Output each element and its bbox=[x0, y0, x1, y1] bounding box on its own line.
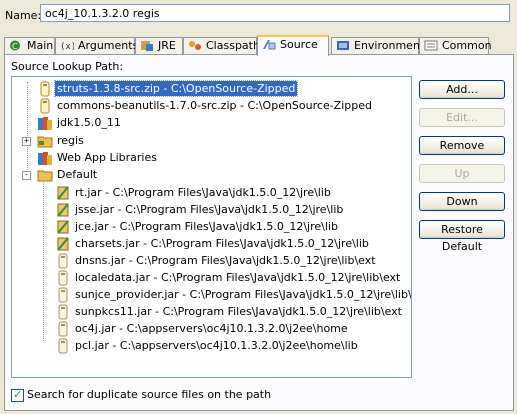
tree-item-label: regis bbox=[57, 134, 84, 147]
jar-icon bbox=[57, 186, 69, 200]
archive-icon bbox=[58, 321, 68, 337]
tree-item-label: jce.jar - C:\Program Files\Java\jdk1.5.0… bbox=[75, 220, 338, 233]
expand-toggle[interactable]: + bbox=[22, 137, 31, 146]
tab-jre-label: JRE bbox=[158, 39, 176, 52]
jre-icon bbox=[141, 41, 153, 51]
tree-item-label: jsse.jar - C:\Program Files\Java\jdk1.5.… bbox=[75, 203, 344, 216]
tab-jre[interactable]: JRE bbox=[135, 37, 183, 54]
tree-item-label: Default bbox=[57, 168, 98, 181]
tree-item-label: oc4j.jar - C:\appservers\oc4j10.1.3.2.0\… bbox=[75, 322, 348, 335]
tab-classpath[interactable]: Classpath bbox=[183, 37, 260, 54]
tab-main[interactable]: C Main bbox=[4, 37, 55, 54]
tab-source[interactable]: Source bbox=[257, 35, 329, 56]
tree-default-line bbox=[43, 180, 44, 341]
classpath-icon bbox=[189, 41, 201, 50]
tree-item-label: Web App Libraries bbox=[57, 151, 157, 164]
tab-classpath-label: Classpath bbox=[206, 39, 260, 52]
jar-icon bbox=[57, 220, 69, 234]
tab-common[interactable]: Common bbox=[419, 37, 492, 54]
arguments-icon: (x)= bbox=[60, 42, 74, 51]
tab-source-label: Source bbox=[280, 38, 318, 51]
archive-icon bbox=[58, 338, 68, 354]
tab-common-label: Common bbox=[442, 39, 492, 52]
jre-library-icon bbox=[38, 117, 52, 130]
tree-item-label: sunjce_provider.jar - C:\Program Files\J… bbox=[75, 288, 412, 301]
archive-icon bbox=[58, 304, 68, 320]
name-label: Name: bbox=[5, 9, 42, 22]
tree-item-label: jdk1.5.0_11 bbox=[57, 116, 121, 129]
source-icon bbox=[263, 40, 276, 50]
tab-environment[interactable]: Environment bbox=[331, 37, 424, 54]
restore-default-button[interactable]: Restore Default bbox=[419, 220, 505, 253]
jar-icon bbox=[57, 237, 69, 251]
tab-arguments-label: Arguments bbox=[78, 39, 139, 52]
add-button[interactable]: Add... bbox=[419, 80, 505, 99]
tree-item-label: commons-beanutils-1.7.0-src.zip - C:\Ope… bbox=[57, 99, 372, 112]
down-button[interactable]: Down bbox=[419, 192, 505, 211]
archive-icon bbox=[40, 98, 50, 114]
svg-text:C: C bbox=[12, 42, 18, 51]
remove-button[interactable]: Remove bbox=[419, 136, 505, 155]
tab-bar: C Main (x)= Arguments JRE Classpath Sour… bbox=[4, 35, 514, 56]
duplicate-search-label[interactable]: Search for duplicate source files on the… bbox=[27, 388, 271, 401]
tab-environment-label: Environment bbox=[354, 39, 425, 52]
tree-item-label: charsets.jar - C:\Program Files\Java\jdk… bbox=[75, 237, 369, 250]
svg-text:(x)=: (x)= bbox=[60, 42, 74, 51]
archive-icon bbox=[58, 287, 68, 303]
checkmark-icon: ✓ bbox=[13, 388, 23, 401]
configuration-name-input[interactable] bbox=[40, 4, 510, 22]
tree-item-label: rt.jar - C:\Program Files\Java\jdk1.5.0_… bbox=[75, 186, 331, 199]
archive-icon bbox=[58, 270, 68, 286]
jar-icon bbox=[57, 203, 69, 217]
main-tab-icon: C bbox=[10, 40, 20, 51]
edit-button[interactable]: Edit... bbox=[419, 108, 505, 127]
tab-arguments[interactable]: (x)= Arguments bbox=[55, 37, 139, 54]
archive-icon bbox=[58, 253, 68, 269]
duplicate-search-checkbox[interactable]: ✓ bbox=[11, 388, 24, 402]
environment-icon bbox=[337, 41, 349, 50]
tree-item-label: pcl.jar - C:\appservers\oc4j10.1.3.2.0\j… bbox=[75, 339, 358, 352]
folder-icon bbox=[37, 170, 53, 182]
tree-item-label: sunpkcs11.jar - C:\Program Files\Java\jd… bbox=[75, 305, 402, 318]
common-icon bbox=[424, 40, 438, 51]
archive-icon bbox=[40, 81, 50, 97]
source-lookup-tree[interactable]: struts-1.3.8-src.zip - C:\OpenSource-Zip… bbox=[11, 76, 412, 378]
library-icon bbox=[38, 152, 52, 165]
collapse-toggle[interactable]: - bbox=[22, 171, 31, 180]
tree-root-line bbox=[27, 82, 28, 176]
project-folder-icon bbox=[37, 136, 53, 148]
tree-item-label: struts-1.3.8-src.zip - C:\OpenSource-Zip… bbox=[53, 80, 299, 97]
up-button[interactable]: Up bbox=[419, 164, 505, 183]
source-lookup-path-label: Source Lookup Path: bbox=[11, 60, 124, 73]
tree-item-label: dnsns.jar - C:\Program Files\Java\jdk1.5… bbox=[75, 254, 376, 267]
tab-main-label: Main bbox=[27, 39, 54, 52]
tree-item-label: localedata.jar - C:\Program Files\Java\j… bbox=[75, 271, 401, 284]
